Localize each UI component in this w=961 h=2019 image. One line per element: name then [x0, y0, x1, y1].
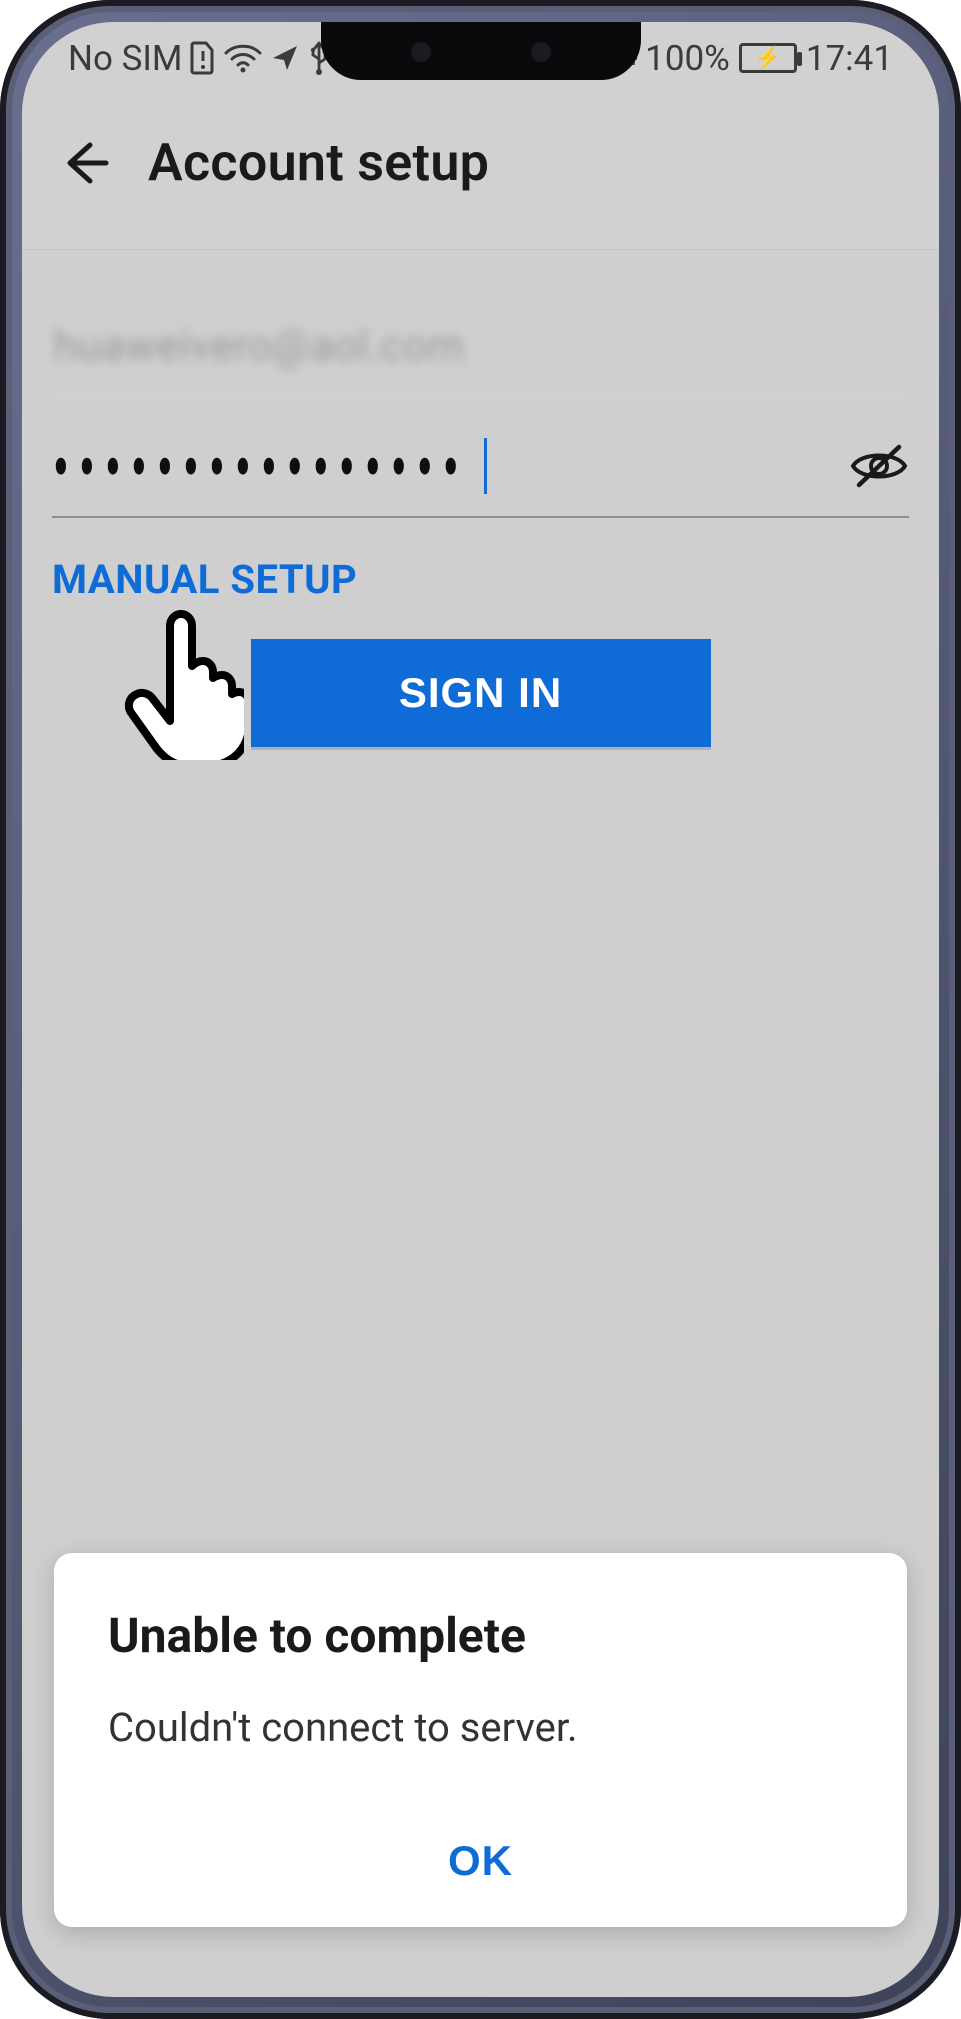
- error-dialog: Unable to complete Couldn't connect to s…: [54, 1553, 907, 1927]
- app-header: Account setup: [22, 94, 939, 250]
- wifi-icon: [224, 43, 262, 73]
- email-input[interactable]: huaweivero@aol.com: [52, 316, 909, 394]
- dialog-message: Couldn't connect to server.: [108, 1704, 853, 1751]
- sim-status-text: No SIM: [68, 38, 182, 79]
- clock-text: 17:41: [806, 38, 893, 79]
- phone-frame: No SIM 100% ⚡: [0, 0, 961, 2019]
- back-button[interactable]: [58, 135, 114, 191]
- dialog-title: Unable to complete: [108, 1607, 853, 1664]
- back-arrow-icon: [60, 137, 112, 189]
- dialog-ok-label: OK: [448, 1837, 513, 1884]
- manual-setup-label: MANUAL SETUP: [52, 556, 357, 603]
- dialog-ok-button[interactable]: OK: [448, 1837, 513, 1885]
- manual-setup-link[interactable]: MANUAL SETUP: [52, 556, 357, 603]
- battery-percent-text: 100%: [645, 38, 730, 79]
- password-row: ················: [52, 438, 909, 518]
- sim-warning-icon: [190, 41, 216, 75]
- page-title: Account setup: [148, 132, 489, 193]
- visibility-off-icon: [849, 441, 909, 491]
- sign-in-label: SIGN IN: [399, 669, 562, 716]
- toggle-password-visibility-button[interactable]: [849, 441, 909, 491]
- account-form: huaweivero@aol.com ················ MANU…: [22, 250, 939, 747]
- battery-charging-icon: ⚡: [739, 43, 797, 73]
- text-caret: [484, 438, 487, 494]
- password-input[interactable]: ················: [52, 416, 468, 517]
- screen: No SIM 100% ⚡: [22, 22, 939, 1997]
- display-notch: [321, 22, 641, 80]
- sign-in-button[interactable]: SIGN IN: [251, 639, 711, 747]
- location-send-icon: [270, 43, 300, 73]
